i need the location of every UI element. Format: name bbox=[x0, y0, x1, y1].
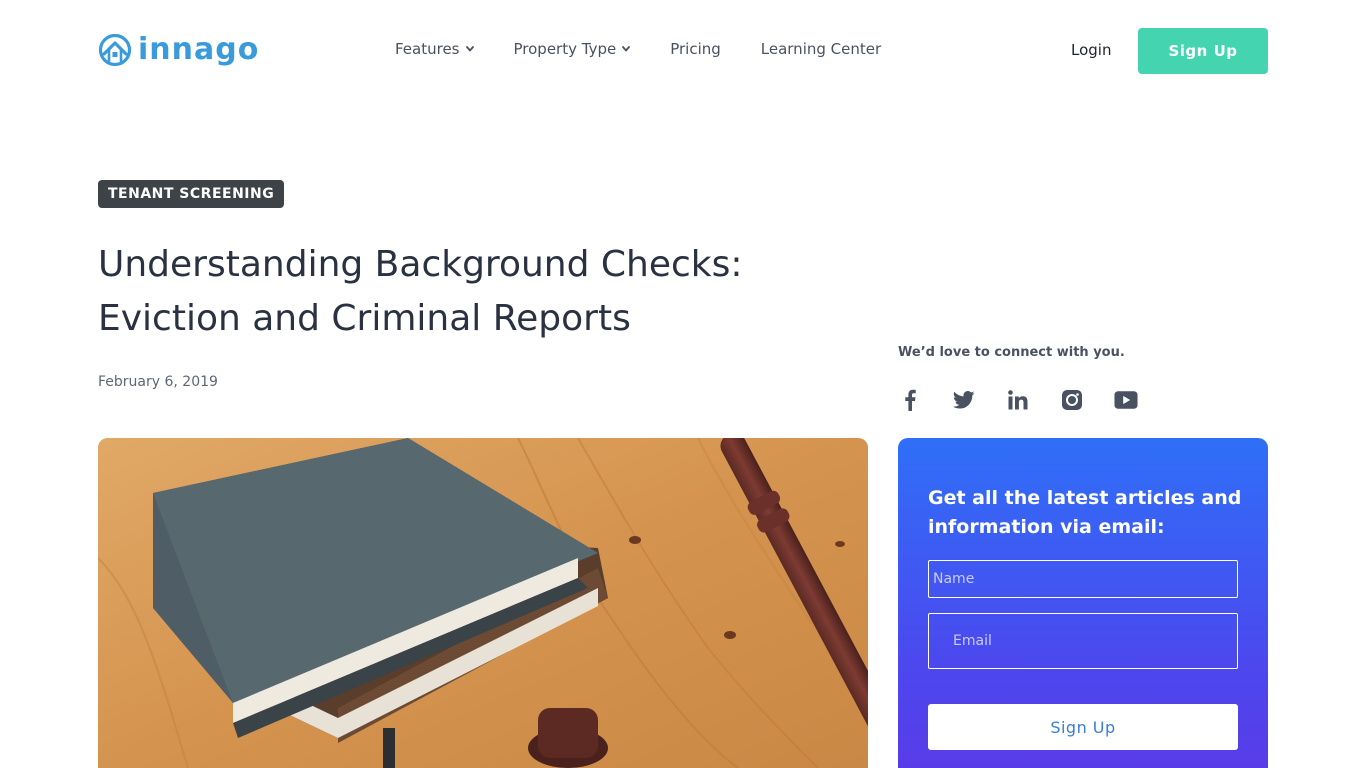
email-field[interactable] bbox=[928, 613, 1238, 669]
linkedin-icon[interactable] bbox=[1006, 388, 1030, 412]
category-badge[interactable]: TENANT SCREENING bbox=[98, 180, 285, 208]
nav-item-label: Property Type bbox=[513, 40, 617, 58]
login-link[interactable]: Login bbox=[1071, 41, 1111, 59]
newsletter-card: Get all the latest articles and informat… bbox=[898, 438, 1268, 768]
nav-item-property-type[interactable]: Property Type bbox=[514, 40, 631, 58]
signup-button[interactable]: Sign Up bbox=[1138, 28, 1268, 74]
name-field[interactable] bbox=[928, 560, 1238, 598]
hero-image bbox=[98, 438, 868, 768]
article-date: February 6, 2019 bbox=[98, 374, 218, 390]
newsletter-signup-button[interactable]: Sign Up bbox=[928, 704, 1238, 750]
nav-item-learning-center[interactable]: Learning Center bbox=[761, 40, 881, 58]
house-circle-logo-icon bbox=[98, 33, 132, 67]
nav-item-label: Pricing bbox=[670, 40, 721, 58]
twitter-icon[interactable] bbox=[952, 388, 976, 412]
instagram-icon[interactable] bbox=[1060, 388, 1084, 412]
site-header: innago Features Property Type Pricing Le… bbox=[0, 0, 1366, 100]
brand-name: innago bbox=[138, 32, 260, 67]
chevron-down-icon bbox=[622, 46, 631, 52]
social-links bbox=[898, 388, 1138, 412]
newsletter-heading: Get all the latest articles and informat… bbox=[928, 487, 1242, 538]
nav-item-features[interactable]: Features bbox=[395, 40, 474, 58]
nav-item-label: Learning Center bbox=[760, 40, 882, 58]
brand-logo[interactable]: innago bbox=[98, 32, 259, 68]
chevron-down-icon bbox=[465, 46, 474, 52]
nav-item-pricing[interactable]: Pricing bbox=[670, 40, 721, 58]
main-nav: Features Property Type Pricing Learning … bbox=[395, 40, 921, 58]
facebook-icon[interactable] bbox=[898, 388, 922, 412]
connect-text: We’d love to connect with you. bbox=[898, 345, 1125, 360]
books-and-gavel-illustration bbox=[98, 438, 868, 768]
article-title: Understanding Background Checks: Evictio… bbox=[98, 244, 743, 339]
nav-item-label: Features bbox=[395, 40, 460, 58]
youtube-icon[interactable] bbox=[1114, 388, 1138, 412]
